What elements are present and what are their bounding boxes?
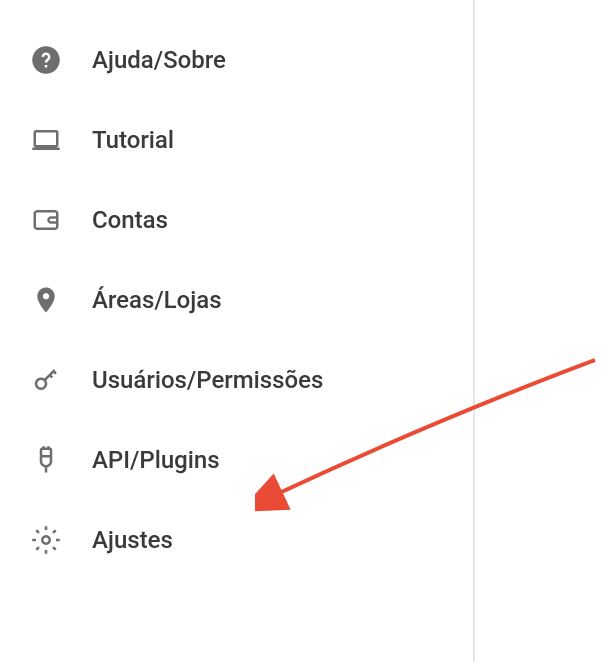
sidebar-item-api-plugins[interactable]: API/Plugins	[0, 420, 473, 500]
gear-icon	[30, 524, 62, 556]
sidebar-item-label: Tutorial	[92, 126, 174, 154]
sidebar-item-settings[interactable]: Ajustes	[0, 500, 473, 580]
wallet-icon	[30, 204, 62, 236]
sidebar: Ajuda/Sobre Tutorial Contas Áreas/Lojas	[0, 0, 475, 662]
sidebar-item-label: Áreas/Lojas	[92, 286, 222, 314]
sidebar-item-tutorial[interactable]: Tutorial	[0, 100, 473, 180]
sidebar-item-label: Usuários/Permissões	[92, 366, 323, 394]
key-icon	[30, 364, 62, 396]
location-pin-icon	[30, 284, 62, 316]
sidebar-item-help-about[interactable]: Ajuda/Sobre	[0, 20, 473, 100]
help-icon	[30, 44, 62, 76]
sidebar-item-label: API/Plugins	[92, 446, 220, 474]
laptop-icon	[30, 124, 62, 156]
plug-icon	[30, 444, 62, 476]
sidebar-item-label: Ajuda/Sobre	[92, 46, 226, 74]
sidebar-item-areas-stores[interactable]: Áreas/Lojas	[0, 260, 473, 340]
sidebar-item-label: Ajustes	[92, 526, 173, 554]
sidebar-item-label: Contas	[92, 206, 168, 234]
sidebar-item-accounts[interactable]: Contas	[0, 180, 473, 260]
sidebar-item-users-permissions[interactable]: Usuários/Permissões	[0, 340, 473, 420]
